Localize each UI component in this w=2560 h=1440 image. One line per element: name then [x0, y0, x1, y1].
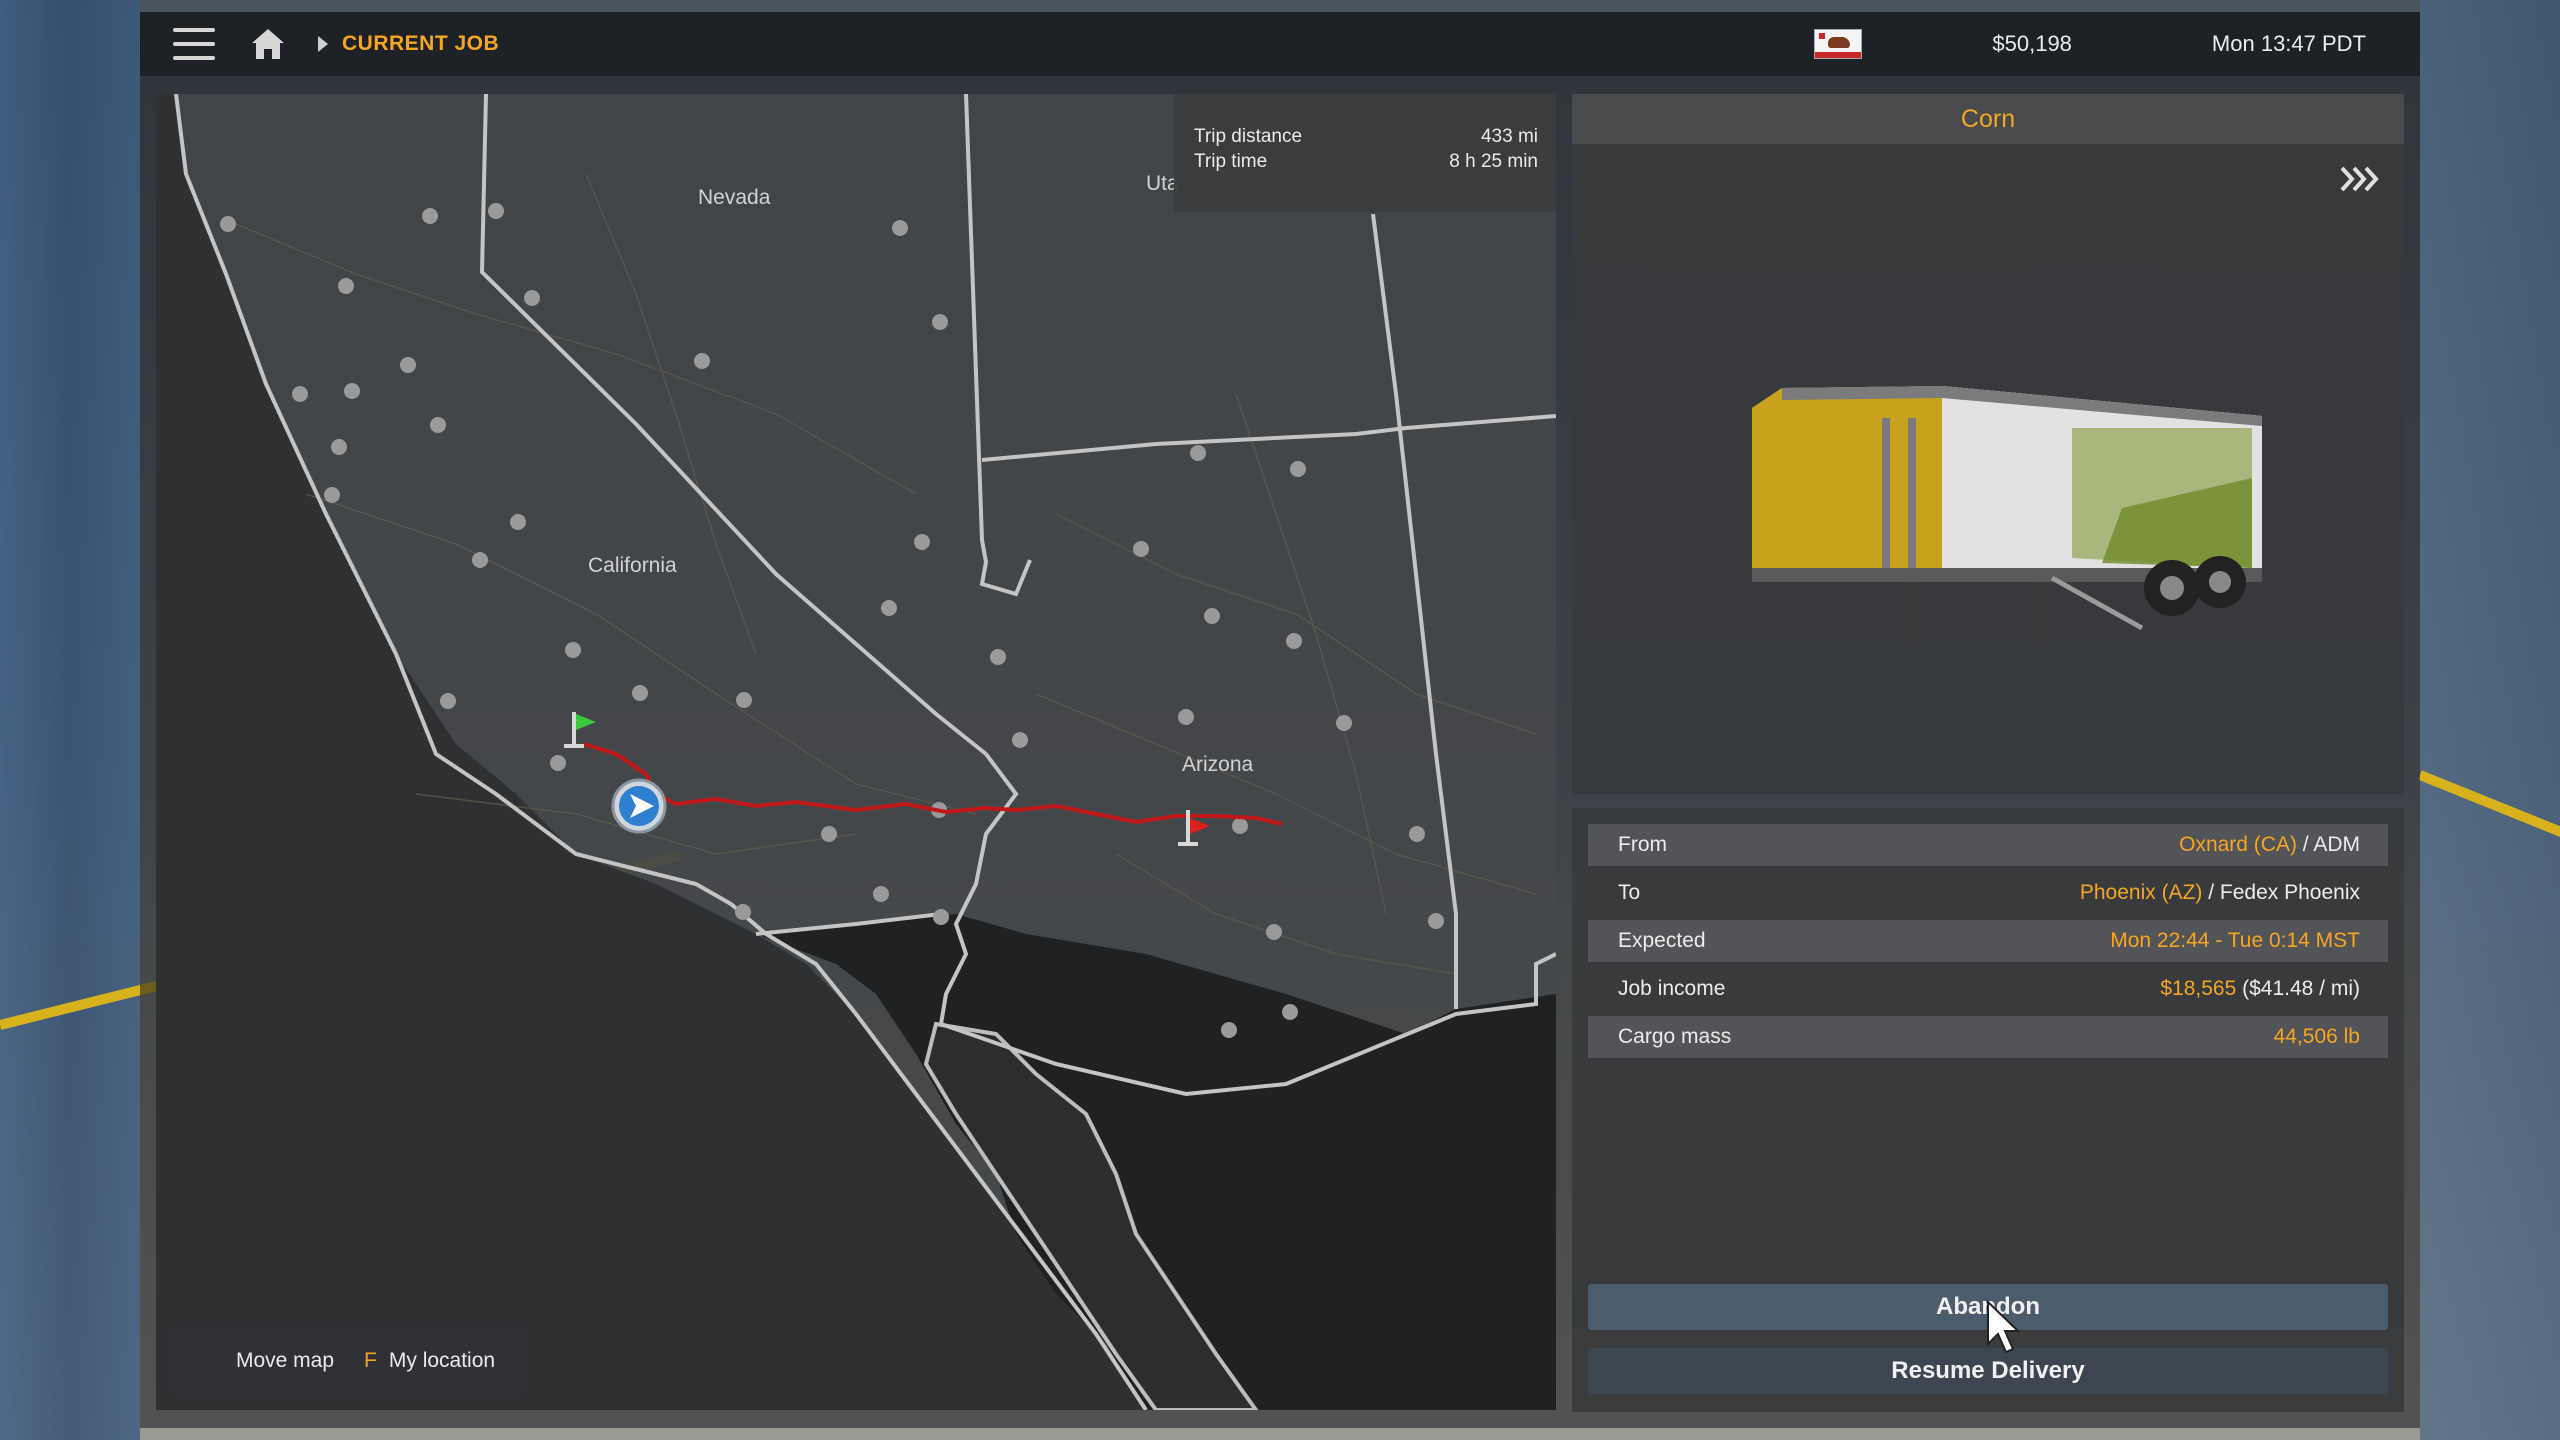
from-city: Oxnard (CA)	[2179, 833, 2297, 856]
trip-distance-value: 433 mi	[1480, 126, 1538, 147]
expected-value: Mon 22:44 - Tue 0:14 MST	[2110, 929, 2360, 952]
home-button[interactable]	[240, 12, 296, 76]
menu-icon	[173, 28, 215, 60]
to-separator: /	[2202, 881, 2220, 904]
menu-button[interactable]	[162, 12, 226, 76]
map-controls: Move map F My location	[172, 1326, 526, 1396]
game-time: Mon 13:47 PDT	[2211, 31, 2366, 56]
expected-label: Expected	[1618, 929, 1706, 952]
income-rate: ($41.48 / mi)	[2236, 977, 2360, 1000]
fast-forward-icon[interactable]	[2338, 164, 2382, 194]
mass-label: Cargo mass	[1618, 1025, 1732, 1048]
california-flag-icon	[1814, 29, 1863, 59]
my-location-button[interactable]: My location	[389, 1349, 495, 1373]
from-separator: /	[2296, 833, 2314, 856]
detail-row-expected: Expected Mon 22:44 - Tue 0:14 MST	[1588, 920, 2388, 962]
route-map[interactable]: Nevada Uta California Arizona Trip dista…	[156, 94, 1556, 1410]
from-company: ADM	[2313, 833, 2360, 856]
trip-time-value: 8 h 25 min	[1449, 151, 1538, 172]
map-label-california: California	[588, 554, 677, 577]
hotkey-f: F	[364, 1349, 377, 1372]
from-label: From	[1618, 833, 1667, 856]
money-balance: $50,198	[1992, 31, 2072, 56]
trip-time-label: Trip time	[1194, 151, 1268, 172]
detail-row-income: Job income $18,565 ($41.48 / mi)	[1588, 968, 2388, 1010]
detail-row-mass: Cargo mass 44,506 lb	[1588, 1016, 2388, 1058]
detail-row-to: To Phoenix (AZ) / Fedex Phoenix	[1588, 872, 2388, 914]
to-company: Fedex Phoenix	[2219, 881, 2360, 904]
income-value: $18,565	[2160, 977, 2237, 1000]
home-icon	[252, 29, 284, 59]
trip-info-box: Trip distance 433 mi Trip time 8 h 25 mi…	[1174, 94, 1556, 212]
left-steel-beam	[0, 0, 140, 1440]
chevron-right-icon	[318, 36, 328, 52]
income-label: Job income	[1618, 977, 1726, 1000]
move-map-button[interactable]: Move map	[236, 1349, 334, 1373]
map-label-nevada: Nevada	[698, 186, 771, 209]
map-label-arizona: Arizona	[1182, 753, 1254, 776]
to-label: To	[1618, 881, 1641, 904]
map-graphic	[156, 94, 1556, 1410]
cargo-panel: Corn	[1572, 94, 2404, 794]
trailer-image	[1752, 386, 2262, 646]
cargo-title: Corn	[1572, 94, 2404, 144]
detail-row-from: From Oxnard (CA) / ADM	[1588, 824, 2388, 866]
trip-distance-label: Trip distance	[1194, 126, 1303, 147]
mass-value: 44,506 lb	[2273, 1025, 2360, 1048]
right-steel-beam	[2420, 0, 2560, 1440]
breadcrumb[interactable]: CURRENT JOB	[342, 32, 499, 56]
top-bar: CURRENT JOB $50,198 Mon 13:47 PDT	[140, 12, 2420, 76]
to-city: Phoenix (AZ)	[2079, 881, 2203, 904]
mouse-cursor-icon	[1987, 1300, 2021, 1354]
